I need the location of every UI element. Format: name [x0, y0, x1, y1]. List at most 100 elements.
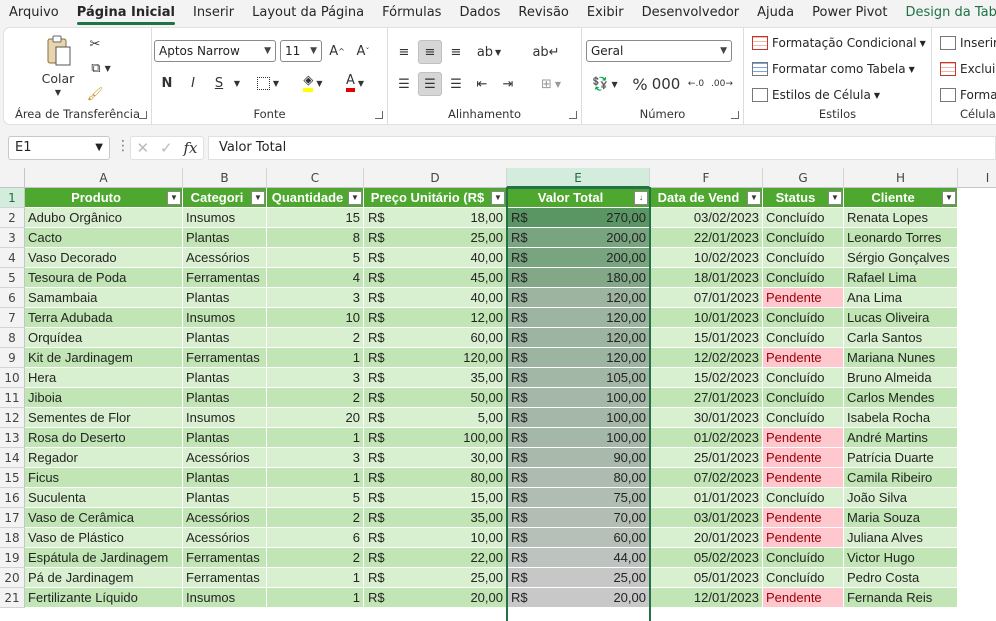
dialog-launcher-icon[interactable] — [139, 111, 147, 119]
table-cell[interactable]: 22/01/2023 — [650, 228, 763, 248]
table-cell[interactable]: R$ 100,00 — [507, 428, 650, 448]
row-header[interactable]: 13 — [0, 428, 25, 448]
table-cell[interactable]: Pendente — [763, 468, 844, 488]
more-options-icon[interactable]: ⋮ — [116, 138, 130, 154]
borders-icon[interactable]: ▼ — [252, 72, 284, 94]
table-cell[interactable]: Maria Souza — [844, 508, 958, 528]
table-cell[interactable]: 2 — [267, 388, 364, 408]
table-cell[interactable]: R$ 120,00 — [507, 308, 650, 328]
tab-2[interactable]: Inserir — [184, 0, 243, 26]
paste-button[interactable]: Colar — [36, 70, 80, 86]
table-cell[interactable]: 2 — [267, 508, 364, 528]
tab-9[interactable]: Ajuda — [748, 0, 803, 26]
table-cell[interactable]: Concluído — [763, 568, 844, 588]
increase-indent-icon[interactable]: ⇥ — [496, 72, 520, 96]
table-cell[interactable]: R$ 10,00 — [364, 528, 507, 548]
percent-icon[interactable]: % — [628, 72, 652, 96]
table-cell[interactable]: Patrícia Duarte — [844, 448, 958, 468]
table-cell[interactable]: Concluído — [763, 328, 844, 348]
table-cell[interactable]: R$ 105,00 — [507, 368, 650, 388]
filter-dropdown-icon[interactable]: ▼ — [828, 191, 842, 205]
decrease-decimal-icon[interactable]: .00→ — [710, 72, 734, 96]
table-header-cell[interactable]: Data de Vend ▼ — [650, 188, 763, 208]
table-cell[interactable]: Pá de Jardinagem — [25, 568, 183, 588]
row-header[interactable]: 17 — [0, 508, 25, 528]
table-cell[interactable]: 01/01/2023 — [650, 488, 763, 508]
tab-4[interactable]: Fórmulas — [373, 0, 450, 26]
align-left-icon[interactable]: ☰ — [392, 72, 416, 96]
row-header[interactable]: 16 — [0, 488, 25, 508]
name-box[interactable]: E1 ▼ — [8, 136, 110, 160]
table-cell[interactable]: Vaso Decorado — [25, 248, 183, 268]
worksheet-grid[interactable]: A B C D E F G H I 1 2 3 4 5 6 7 8 9 10 11 12 13 14 15 16 17 18 19 20… — [0, 168, 996, 621]
dialog-launcher-icon[interactable] — [569, 111, 577, 119]
table-cell[interactable]: 07/01/2023 — [650, 288, 763, 308]
align-top-icon[interactable]: ≡ — [392, 40, 416, 64]
table-cell[interactable]: R$ 22,00 — [364, 548, 507, 568]
row-header[interactable]: 12 — [0, 408, 25, 428]
column-header-c[interactable]: C — [267, 168, 364, 188]
decrease-font-icon[interactable]: Aˇ — [352, 40, 374, 62]
table-cell[interactable]: R$ 50,00 — [364, 388, 507, 408]
orientation-icon[interactable]: ab ▼ — [472, 40, 506, 64]
table-cell[interactable]: 3 — [267, 448, 364, 468]
table-cell[interactable]: Concluído — [763, 248, 844, 268]
font-size-select[interactable]: 11 ▼ — [280, 40, 322, 62]
table-cell[interactable]: André Martins — [844, 428, 958, 448]
table-cell[interactable]: R$ 120,00 — [507, 348, 650, 368]
table-cell[interactable]: Acessórios — [183, 508, 267, 528]
table-cell[interactable]: Acessórios — [183, 528, 267, 548]
tab-6[interactable]: Revisão — [509, 0, 577, 26]
table-cell[interactable]: R$ 35,00 — [364, 508, 507, 528]
delete-cells-button[interactable]: Excluir — [940, 62, 996, 76]
table-header-cell[interactable]: Status ▼ — [763, 188, 844, 208]
select-all-button[interactable] — [0, 168, 25, 188]
align-middle-icon[interactable]: ≡ — [418, 40, 442, 64]
table-cell[interactable]: 25/01/2023 — [650, 448, 763, 468]
table-cell[interactable]: R$ 120,00 — [507, 288, 650, 308]
table-cell[interactable]: 20/01/2023 — [650, 528, 763, 548]
format-as-table-button[interactable]: Formatar como Tabela ▼ — [752, 62, 915, 76]
table-cell[interactable]: 3 — [267, 288, 364, 308]
row-header[interactable]: 20 — [0, 568, 25, 588]
table-header-cell[interactable]: Produto ▼ — [25, 188, 183, 208]
table-cell[interactable]: 2 — [267, 548, 364, 568]
table-cell[interactable]: Insumos — [183, 308, 267, 328]
table-cell[interactable]: Isabela Rocha — [844, 408, 958, 428]
table-cell[interactable]: 30/01/2023 — [650, 408, 763, 428]
table-cell[interactable]: R$ 100,00 — [364, 428, 507, 448]
tab-7[interactable]: Exibir — [578, 0, 633, 26]
table-cell[interactable]: Concluído — [763, 268, 844, 288]
table-cell[interactable]: Adubo Orgânico — [25, 208, 183, 228]
table-cell[interactable]: R$ 120,00 — [507, 328, 650, 348]
table-cell[interactable]: R$ 270,00 — [507, 208, 650, 228]
table-cell[interactable]: Plantas — [183, 388, 267, 408]
table-cell[interactable]: Plantas — [183, 488, 267, 508]
table-cell[interactable]: Concluído — [763, 388, 844, 408]
table-cell[interactable]: Concluído — [763, 208, 844, 228]
chevron-down-icon[interactable]: ▼ — [230, 72, 244, 94]
table-cell[interactable]: 1 — [267, 348, 364, 368]
table-cell[interactable]: R$ 200,00 — [507, 228, 650, 248]
filter-dropdown-icon[interactable]: ▼ — [251, 191, 265, 205]
row-header[interactable]: 19 — [0, 548, 25, 568]
column-header-b[interactable]: B — [183, 168, 267, 188]
table-cell[interactable]: Pendente — [763, 428, 844, 448]
table-cell[interactable]: Samambaia — [25, 288, 183, 308]
increase-decimal-icon[interactable]: ←.0 — [684, 72, 708, 96]
column-header-i[interactable]: I — [958, 168, 996, 188]
row-header[interactable]: 4 — [0, 248, 25, 268]
table-cell[interactable]: Plantas — [183, 288, 267, 308]
table-cell[interactable]: 27/01/2023 — [650, 388, 763, 408]
underline-button[interactable]: S — [208, 72, 230, 94]
table-cell[interactable]: Jiboia — [25, 388, 183, 408]
table-cell[interactable]: R$ 20,00 — [507, 588, 650, 608]
comma-style-icon[interactable]: 000 — [652, 72, 681, 96]
table-cell[interactable]: Carlos Mendes — [844, 388, 958, 408]
table-cell[interactable]: Renata Lopes — [844, 208, 958, 228]
table-cell[interactable]: Rosa do Deserto — [25, 428, 183, 448]
row-header[interactable]: 8 — [0, 328, 25, 348]
table-cell[interactable]: 1 — [267, 428, 364, 448]
table-cell[interactable]: R$ 45,00 — [364, 268, 507, 288]
table-cell[interactable]: Camila Ribeiro — [844, 468, 958, 488]
